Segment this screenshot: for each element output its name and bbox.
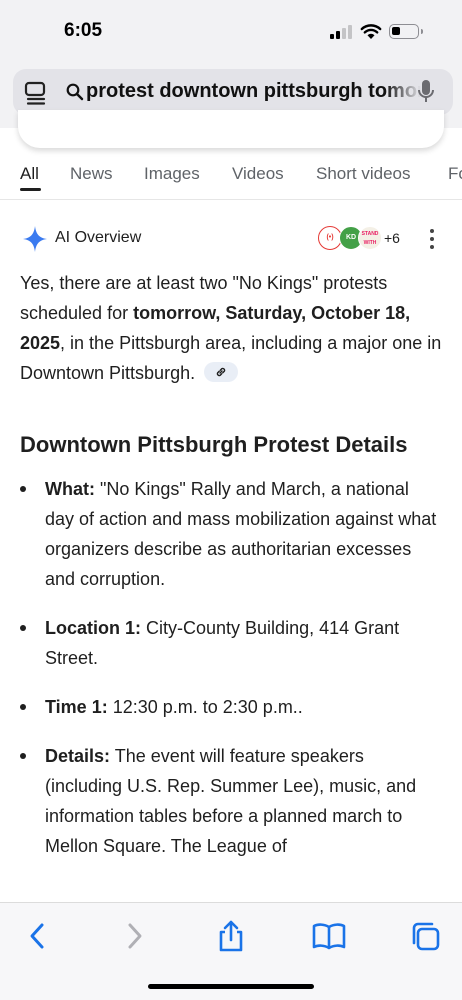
source-favicons[interactable]: (•) KD STAND WITH (318, 224, 384, 252)
bookmarks-icon[interactable] (309, 919, 349, 953)
battery-icon (389, 24, 423, 39)
wifi-icon (360, 24, 382, 39)
address-fade (385, 69, 421, 115)
forward-icon[interactable] (114, 919, 154, 953)
status-bar: 6:05 (0, 0, 462, 62)
overview-intro: Yes, there are at least two "No Kings" p… (20, 268, 442, 388)
list-item: Details: The event will feature speakers… (20, 741, 442, 861)
citation-link-button[interactable] (204, 362, 239, 383)
bullet-label: Details: (45, 746, 111, 766)
bullet-text: "No Kings" Rally and March, a national d… (45, 479, 437, 589)
active-tab-indicator (20, 188, 41, 191)
tabs-overview-icon[interactable] (406, 919, 446, 953)
microphone-icon[interactable] (417, 79, 435, 105)
search-box[interactable] (18, 110, 444, 148)
source-favicon-3: STAND WITH (358, 226, 382, 250)
tab-videos[interactable]: Videos (232, 164, 284, 184)
bullet-label: What: (45, 479, 95, 499)
tab-short-videos[interactable]: Short videos (316, 164, 411, 184)
list-item: Location 1: City-County Building, 414 Gr… (20, 613, 442, 673)
more-options-icon[interactable] (422, 227, 442, 251)
ai-overview-header: AI Overview (•) KD STAND WITH +6 (0, 222, 462, 256)
section-heading: Downtown Pittsburgh Protest Details (20, 432, 408, 457)
search-tabs: All News Images Videos Short videos Foru… (0, 150, 462, 200)
tab-all[interactable]: All (20, 164, 39, 184)
list-item: What: "No Kings" Rally and March, a nati… (20, 474, 442, 594)
bullet-label: Location 1: (45, 618, 142, 638)
home-indicator[interactable] (148, 984, 314, 989)
ai-overview-title: AI Overview (55, 229, 142, 246)
page-menu-icon[interactable] (23, 80, 49, 106)
status-time: 6:05 (64, 20, 103, 41)
details-list: What: "No Kings" Rally and March, a nati… (20, 474, 442, 861)
gemini-sparkle-icon (23, 226, 47, 252)
address-bar[interactable]: protest downtown pittsburgh tomorrow (13, 69, 453, 115)
ai-overview-content: Yes, there are at least two "No Kings" p… (20, 268, 442, 880)
bullet-text: 12:30 p.m. to 2:30 p.m.. (107, 697, 303, 717)
share-icon[interactable] (211, 919, 251, 953)
tab-forums[interactable]: Forums (448, 164, 462, 184)
link-icon (216, 368, 226, 377)
tab-images[interactable]: Images (144, 164, 200, 184)
cellular-signal-icon (330, 25, 352, 39)
back-icon[interactable] (20, 919, 60, 953)
address-query[interactable]: protest downtown pittsburgh tomorrow (86, 80, 421, 103)
search-icon (66, 83, 84, 101)
tab-news[interactable]: News (70, 164, 113, 184)
more-sources-count[interactable]: +6 (384, 230, 400, 246)
bullet-label: Time 1: (45, 697, 108, 717)
list-item: Time 1: 12:30 p.m. to 2:30 p.m.. (20, 692, 442, 722)
